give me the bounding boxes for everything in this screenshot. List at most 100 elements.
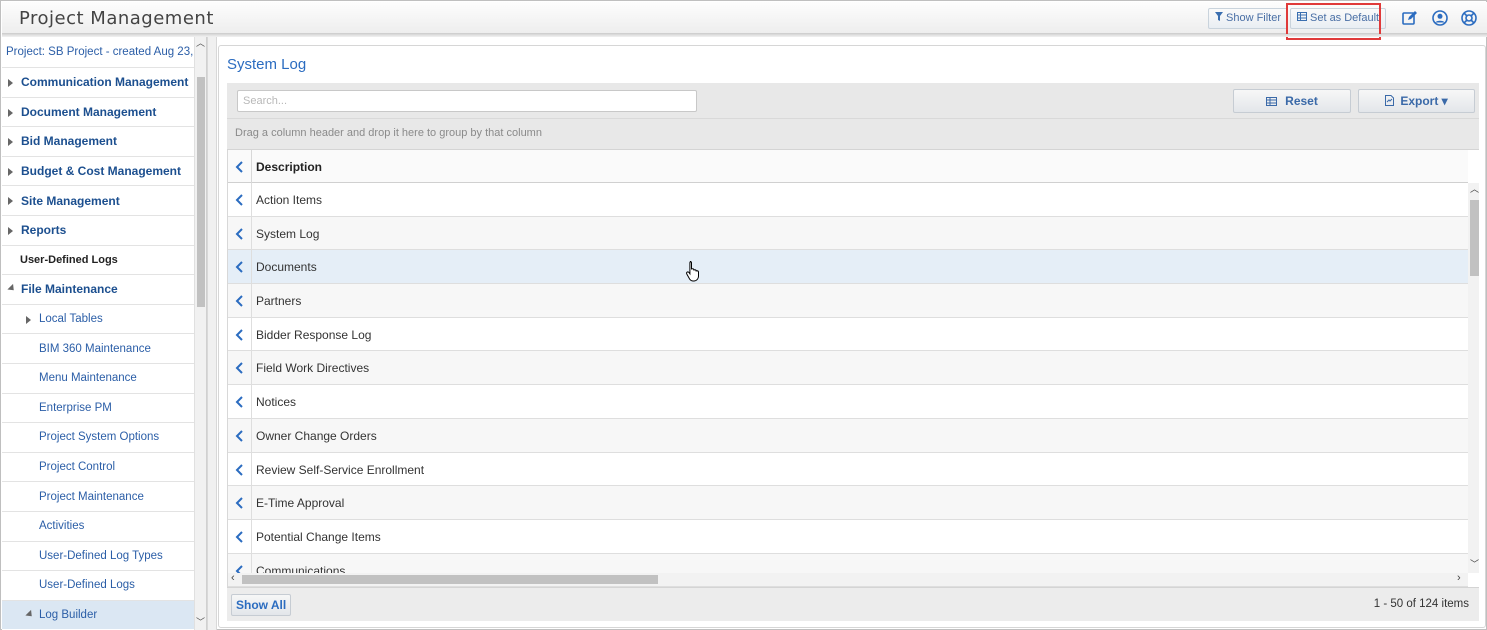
- sidebar-item[interactable]: Local Tables: [2, 303, 194, 334]
- help-icon[interactable]: [1461, 10, 1477, 26]
- row-expand-cell[interactable]: [228, 452, 252, 486]
- sidebar-item[interactable]: Bid Management: [2, 126, 194, 156]
- expand-all-cell[interactable]: [228, 150, 252, 183]
- sidebar-item[interactable]: Activities: [2, 510, 194, 541]
- reset-button[interactable]: Reset: [1233, 89, 1351, 113]
- table-row[interactable]: System Log: [228, 216, 1468, 251]
- show-all-button[interactable]: Show All: [231, 594, 292, 616]
- sidebar-item[interactable]: Project Control: [2, 451, 194, 482]
- sidebar-item-label: Activities: [39, 520, 85, 533]
- caret-right-icon[interactable]: [8, 167, 13, 176]
- sidebar-item[interactable]: Enterprise PM: [2, 392, 194, 423]
- sidebar-item[interactable]: User-Defined Log Types: [2, 540, 194, 571]
- scroll-down-icon[interactable]: ﹀: [1470, 557, 1479, 570]
- row-expand-cell[interactable]: [228, 351, 252, 385]
- sidebar-item[interactable]: Project Maintenance: [2, 481, 194, 511]
- description-cell: Bidder Response Log: [256, 327, 372, 342]
- project-label[interactable]: Project: SB Project - created Aug 23, 20…: [6, 46, 194, 58]
- sidebar-item-label: Local Tables: [39, 313, 103, 326]
- search-input[interactable]: [237, 90, 697, 112]
- panel-splitter[interactable]: [207, 37, 217, 630]
- show-filter-button[interactable]: Show Filter: [1208, 8, 1289, 29]
- sidebar-scrollbar[interactable]: ︿ ﹀: [194, 37, 206, 630]
- sidebar-item[interactable]: Site Management: [2, 185, 194, 215]
- description-cell: System Log: [256, 226, 320, 241]
- row-expand-cell[interactable]: [228, 250, 252, 284]
- sidebar-item[interactable]: User-Defined Logs: [2, 244, 194, 275]
- export-button[interactable]: Export ▾: [1358, 89, 1475, 113]
- grid-vertical-scrollbar[interactable]: ︿ ﹀: [1468, 183, 1479, 573]
- table-row[interactable]: Owner Change Orders: [228, 418, 1468, 453]
- row-expand-cell[interactable]: [228, 317, 252, 351]
- sidebar-item[interactable]: Project System Options: [2, 422, 194, 452]
- row-expand-cell[interactable]: [228, 216, 252, 250]
- reset-label: Reset: [1285, 94, 1318, 108]
- row-expand-cell[interactable]: [228, 183, 252, 216]
- table-row[interactable]: Field Work Directives: [228, 351, 1468, 386]
- sidebar-item-label: Communication Management: [21, 75, 189, 90]
- sidebar-item-label: User-Defined Logs: [39, 579, 135, 592]
- row-expand-cell[interactable]: [228, 284, 252, 317]
- caret-right-icon[interactable]: [26, 315, 31, 324]
- scroll-left-icon[interactable]: ‹: [231, 572, 235, 584]
- grid-toolbar: Reset Export ▾: [227, 83, 1479, 119]
- table-row[interactable]: Potential Change Items: [228, 519, 1468, 554]
- sidebar-item[interactable]: Document Management: [2, 96, 194, 127]
- table-row[interactable]: E-Time Approval: [228, 486, 1468, 520]
- chevron-left-icon: [235, 362, 243, 375]
- description-cell: Field Work Directives: [256, 361, 370, 376]
- group-drop-area[interactable]: Drag a column header and drop it here to…: [227, 119, 1479, 150]
- edit-icon[interactable]: [1402, 10, 1418, 26]
- scroll-down-icon[interactable]: ﹀: [196, 615, 205, 628]
- scroll-up-icon[interactable]: ︿: [1470, 182, 1479, 195]
- table-row[interactable]: Notices: [228, 385, 1468, 419]
- scroll-right-icon[interactable]: ›: [1457, 572, 1461, 584]
- row-expand-cell[interactable]: [228, 385, 252, 418]
- sidebar-item[interactable]: Communication Management: [2, 67, 194, 97]
- sidebar-item[interactable]: File Maintenance: [2, 274, 194, 304]
- table-row[interactable]: Partners: [228, 284, 1468, 318]
- table-row[interactable]: Review Self-Service Enrollment: [228, 452, 1468, 487]
- caret-right-icon[interactable]: [8, 138, 13, 147]
- hand-cursor-icon: [686, 261, 699, 282]
- table-row[interactable]: Bidder Response Log: [228, 317, 1468, 352]
- description-cell: Partners: [256, 294, 302, 309]
- sidebar-item-label: Document Management: [21, 104, 157, 119]
- data-grid: Description Action Items System Log Docume…: [227, 150, 1479, 587]
- caret-down-icon[interactable]: [7, 284, 17, 294]
- grid-hscroll-thumb[interactable]: [242, 575, 658, 584]
- sidebar-item-label: Bid Management: [21, 134, 118, 149]
- caret-down-icon[interactable]: [25, 609, 35, 619]
- description-cell: Potential Change Items: [256, 529, 381, 544]
- sidebar-item-label: Enterprise PM: [39, 401, 112, 414]
- row-expand-cell[interactable]: [228, 418, 252, 452]
- chevron-left-icon: [235, 463, 243, 476]
- sidebar-scroll-thumb[interactable]: [197, 77, 205, 307]
- caret-right-icon[interactable]: [8, 197, 13, 206]
- column-header-description[interactable]: Description: [256, 160, 322, 174]
- caret-right-icon[interactable]: [8, 108, 13, 117]
- sidebar-item[interactable]: Log Builder: [2, 599, 194, 630]
- sidebar-item[interactable]: User-Defined Logs: [2, 570, 194, 600]
- sidebar-item[interactable]: Budget & Cost Management: [2, 155, 194, 186]
- sidebar-item[interactable]: Reports: [2, 214, 194, 245]
- sidebar-item[interactable]: BIM 360 Maintenance: [2, 333, 194, 363]
- chevron-left-icon: [235, 531, 243, 543]
- chevron-left-icon: [235, 329, 243, 341]
- table-row[interactable]: Documents: [228, 250, 1468, 285]
- table-row[interactable]: Action Items: [228, 183, 1468, 217]
- sidebar-item[interactable]: Menu Maintenance: [2, 362, 194, 393]
- chevron-left-icon: [235, 161, 243, 173]
- sidebar-item-label: Project System Options: [39, 431, 160, 444]
- grid-vscroll-thumb[interactable]: [1470, 200, 1479, 276]
- row-expand-cell[interactable]: [228, 486, 252, 519]
- grid-horizontal-scrollbar[interactable]: ‹ ›: [228, 572, 1468, 586]
- row-expand-cell[interactable]: [228, 519, 252, 553]
- table-icon: [1266, 91, 1278, 113]
- user-icon[interactable]: [1432, 10, 1448, 26]
- app-header: Project Management Show Filter Set as De…: [2, 2, 1487, 34]
- description-cell: E-Time Approval: [256, 496, 345, 511]
- caret-right-icon[interactable]: [8, 79, 13, 87]
- scroll-up-icon[interactable]: ︿: [196, 37, 205, 49]
- caret-right-icon[interactable]: [8, 226, 13, 235]
